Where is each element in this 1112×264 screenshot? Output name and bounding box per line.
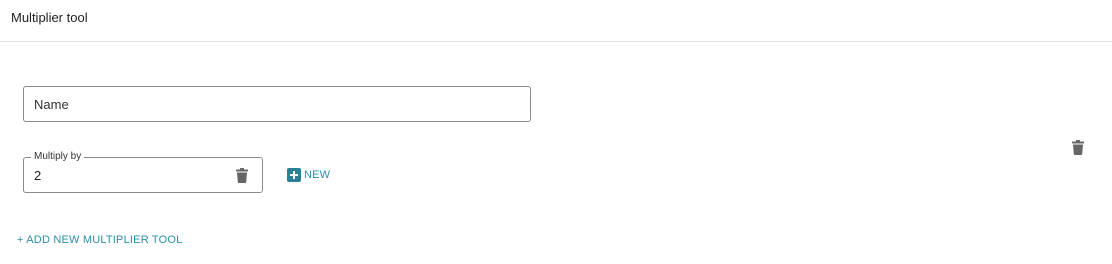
multiply-by-value[interactable]: 2 [34,168,41,183]
multiply-by-label: Multiply by [31,151,85,163]
trash-icon[interactable] [236,168,248,183]
add-new-multiplier-tool-link[interactable]: + ADD NEW MULTIPLIER TOOL [17,234,182,246]
name-field[interactable] [23,86,531,122]
page-title: Multiplier tool [11,10,88,25]
new-button-label: NEW [304,169,331,181]
plus-square-icon [287,168,301,182]
new-multiplier-button[interactable]: NEW [287,167,330,183]
name-input[interactable] [34,87,514,121]
header-bar: Multiplier tool [0,0,1112,42]
trash-icon[interactable] [1072,140,1084,155]
multiply-by-field[interactable]: Multiply by 2 [23,151,263,193]
